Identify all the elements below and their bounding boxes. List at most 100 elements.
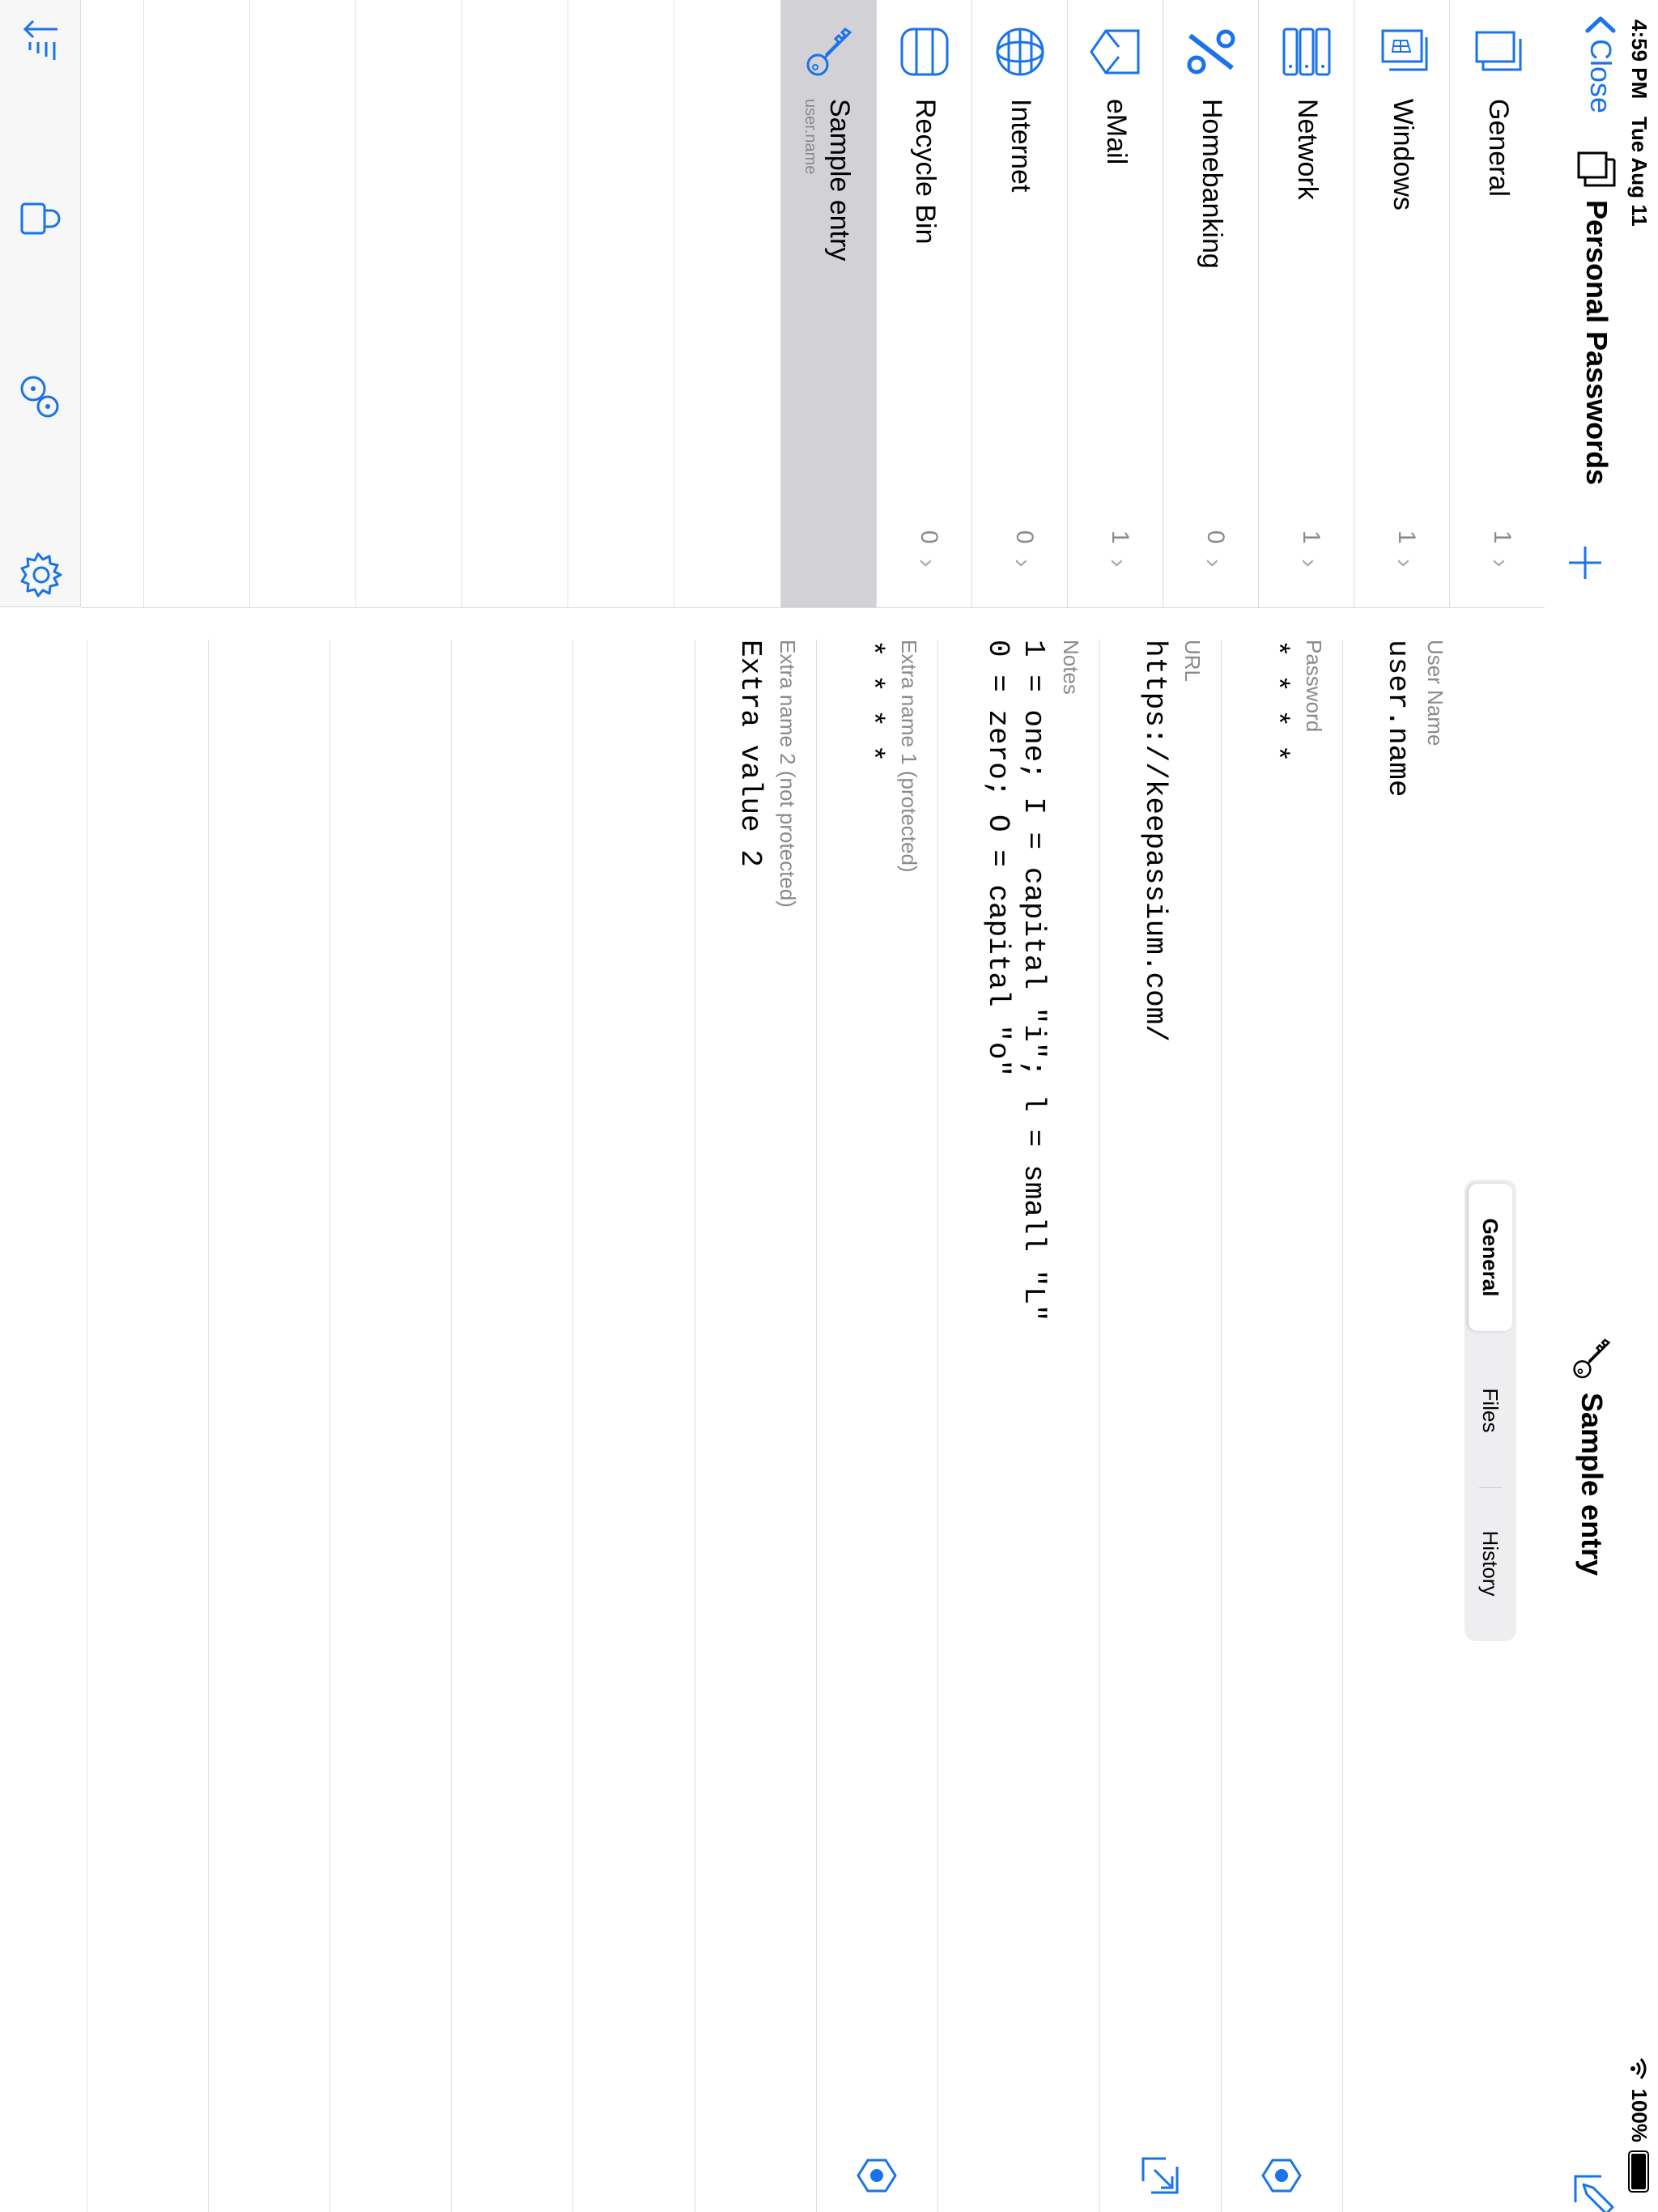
tab-history[interactable]: History xyxy=(1469,1490,1512,1637)
battery-icon xyxy=(1628,2150,1650,2193)
list-separator xyxy=(355,0,356,607)
field-name: Extra name 1 (protected) xyxy=(897,640,921,873)
group-label: eMail xyxy=(1101,99,1132,165)
tab-separator xyxy=(1479,1487,1502,1488)
field-name: URL xyxy=(1180,640,1205,683)
status-time-text: 4:59 PM xyxy=(1627,19,1652,100)
plus-icon xyxy=(1569,547,1601,579)
chevron-right-icon: › xyxy=(1295,559,1324,568)
chevron-right-icon: › xyxy=(913,559,942,568)
chevron-right-icon: › xyxy=(1391,559,1420,568)
field-value: user.name xyxy=(1381,640,1414,798)
status-right: 100% xyxy=(1626,2057,1652,2193)
list-separator xyxy=(143,0,144,607)
mail-icon xyxy=(1090,29,1140,74)
group-count: 0 xyxy=(1011,530,1038,544)
group-row-homebanking[interactable]: Homebanking 0 › xyxy=(1163,0,1258,607)
field-value: * * * * xyxy=(855,640,888,763)
close-button[interactable]: Close xyxy=(1584,15,1618,113)
sort-icon[interactable] xyxy=(17,16,66,65)
wifi-icon xyxy=(1630,2057,1647,2079)
list-separator xyxy=(329,640,330,2212)
entry-header: Sample entry General Files History xyxy=(1464,607,1626,2212)
windows-icon xyxy=(1381,29,1428,71)
list-separator xyxy=(572,640,573,2212)
chevron-right-icon: › xyxy=(1104,559,1133,568)
chevron-right-icon: › xyxy=(1200,559,1229,568)
add-button[interactable] xyxy=(1554,542,1626,583)
percent-icon xyxy=(1187,29,1235,74)
group-label: Windows xyxy=(1388,99,1418,211)
field-value: * * * * xyxy=(1260,640,1293,763)
field-name: Password xyxy=(1302,640,1326,733)
group-count: 0 xyxy=(916,530,942,544)
group-label: Internet xyxy=(1005,99,1036,193)
field-value: Extra value 2 xyxy=(733,640,767,867)
group-row-internet[interactable]: Internet 0 › xyxy=(971,0,1067,607)
status-bar: 4:59 PM Tue Aug 11 100% xyxy=(1626,0,1658,2212)
eye-icon[interactable] xyxy=(855,2154,899,2197)
database-title-text: Personal Passwords xyxy=(1580,200,1613,486)
group-label: General xyxy=(1483,99,1514,197)
group-row-general[interactable]: General 1 › xyxy=(1449,0,1545,607)
network-icon xyxy=(1282,28,1331,76)
lock-icon[interactable] xyxy=(17,194,66,243)
tab-general[interactable]: General xyxy=(1469,1184,1512,1331)
settings-icon[interactable] xyxy=(17,551,66,599)
field-notes[interactable]: Notes 1 = one; I = capital "i"; l = smal… xyxy=(937,640,1099,2212)
group-row-network[interactable]: Network 1 › xyxy=(1258,0,1354,607)
eye-icon[interactable] xyxy=(1260,2154,1303,2197)
field-username[interactable]: User Name user.name xyxy=(1342,640,1464,2212)
field-password[interactable]: Password * * * * xyxy=(1221,640,1342,2212)
close-label: Close xyxy=(1584,39,1618,114)
database-title: Personal Passwords xyxy=(1575,150,1618,485)
group-count: 1 xyxy=(1393,530,1420,544)
chevron-left-icon xyxy=(1585,16,1616,33)
bottom-toolbar xyxy=(0,0,81,607)
entry-subtitle: user.name xyxy=(801,99,819,175)
battery-percent: 100% xyxy=(1627,2088,1652,2143)
edit-icon[interactable] xyxy=(1569,2170,1618,2212)
group-row-email[interactable]: eMail 1 › xyxy=(1067,0,1163,607)
group-label: Recycle Bin xyxy=(910,99,941,245)
field-value: https://keepassium.com/ xyxy=(1138,640,1171,1042)
globe-icon xyxy=(996,28,1044,76)
list-separator xyxy=(451,640,452,2212)
chevron-right-icon: › xyxy=(1486,559,1516,568)
chevron-right-icon: › xyxy=(1009,559,1038,568)
field-name: User Name xyxy=(1423,640,1448,747)
list-separator xyxy=(249,0,250,607)
group-row-recycle-bin[interactable]: Recycle Bin 0 › xyxy=(876,0,971,607)
status-date-text: Tue Aug 11 xyxy=(1627,116,1652,227)
database-icon xyxy=(1577,151,1616,187)
entry-title: Sample entry xyxy=(824,99,855,262)
field-extra-1[interactable]: Extra name 1 (protected) * * * * xyxy=(816,640,937,2212)
folder-icon xyxy=(1475,31,1522,71)
entry-fields: User Name user.name Password * * * * URL… xyxy=(0,607,1464,2212)
open-url-icon[interactable] xyxy=(1138,2154,1182,2197)
group-count: 0 xyxy=(1202,530,1229,544)
group-count: 1 xyxy=(1107,530,1133,544)
group-row-windows[interactable]: Windows 1 › xyxy=(1354,0,1449,607)
field-name: Extra name 2 (not protected) xyxy=(776,640,800,908)
list-separator xyxy=(208,640,209,2212)
key-icon xyxy=(806,28,852,76)
tab-files[interactable]: Files xyxy=(1469,1337,1512,1484)
recycle-bin-icon xyxy=(900,28,949,76)
key-icon xyxy=(1573,1338,1611,1379)
field-extra-2[interactable]: Extra name 2 (not protected) Extra value… xyxy=(695,640,816,2212)
group-list: General 1 › Windows 1 › Network 1 › Home… xyxy=(81,0,1545,608)
field-name: Notes xyxy=(1059,640,1083,695)
status-time: 4:59 PM Tue Aug 11 xyxy=(1626,19,1652,227)
database-navbar: Close Personal Passwords xyxy=(1545,0,1626,607)
entry-header-title: Sample entry xyxy=(1569,1336,1614,1576)
field-value: 1 = one; I = capital "i"; l = small "L" … xyxy=(981,640,1050,1322)
field-url[interactable]: URL https://keepassium.com/ xyxy=(1099,640,1221,2212)
group-label: Homebanking xyxy=(1197,99,1227,269)
group-count: 1 xyxy=(1298,530,1324,544)
group-label: Network xyxy=(1292,99,1323,200)
password-generator-icon[interactable] xyxy=(17,372,66,421)
group-count: 1 xyxy=(1489,530,1516,544)
entry-row-sample[interactable]: Sample entry user.name xyxy=(780,0,876,607)
entry-header-title-text: Sample entry xyxy=(1575,1393,1609,1576)
